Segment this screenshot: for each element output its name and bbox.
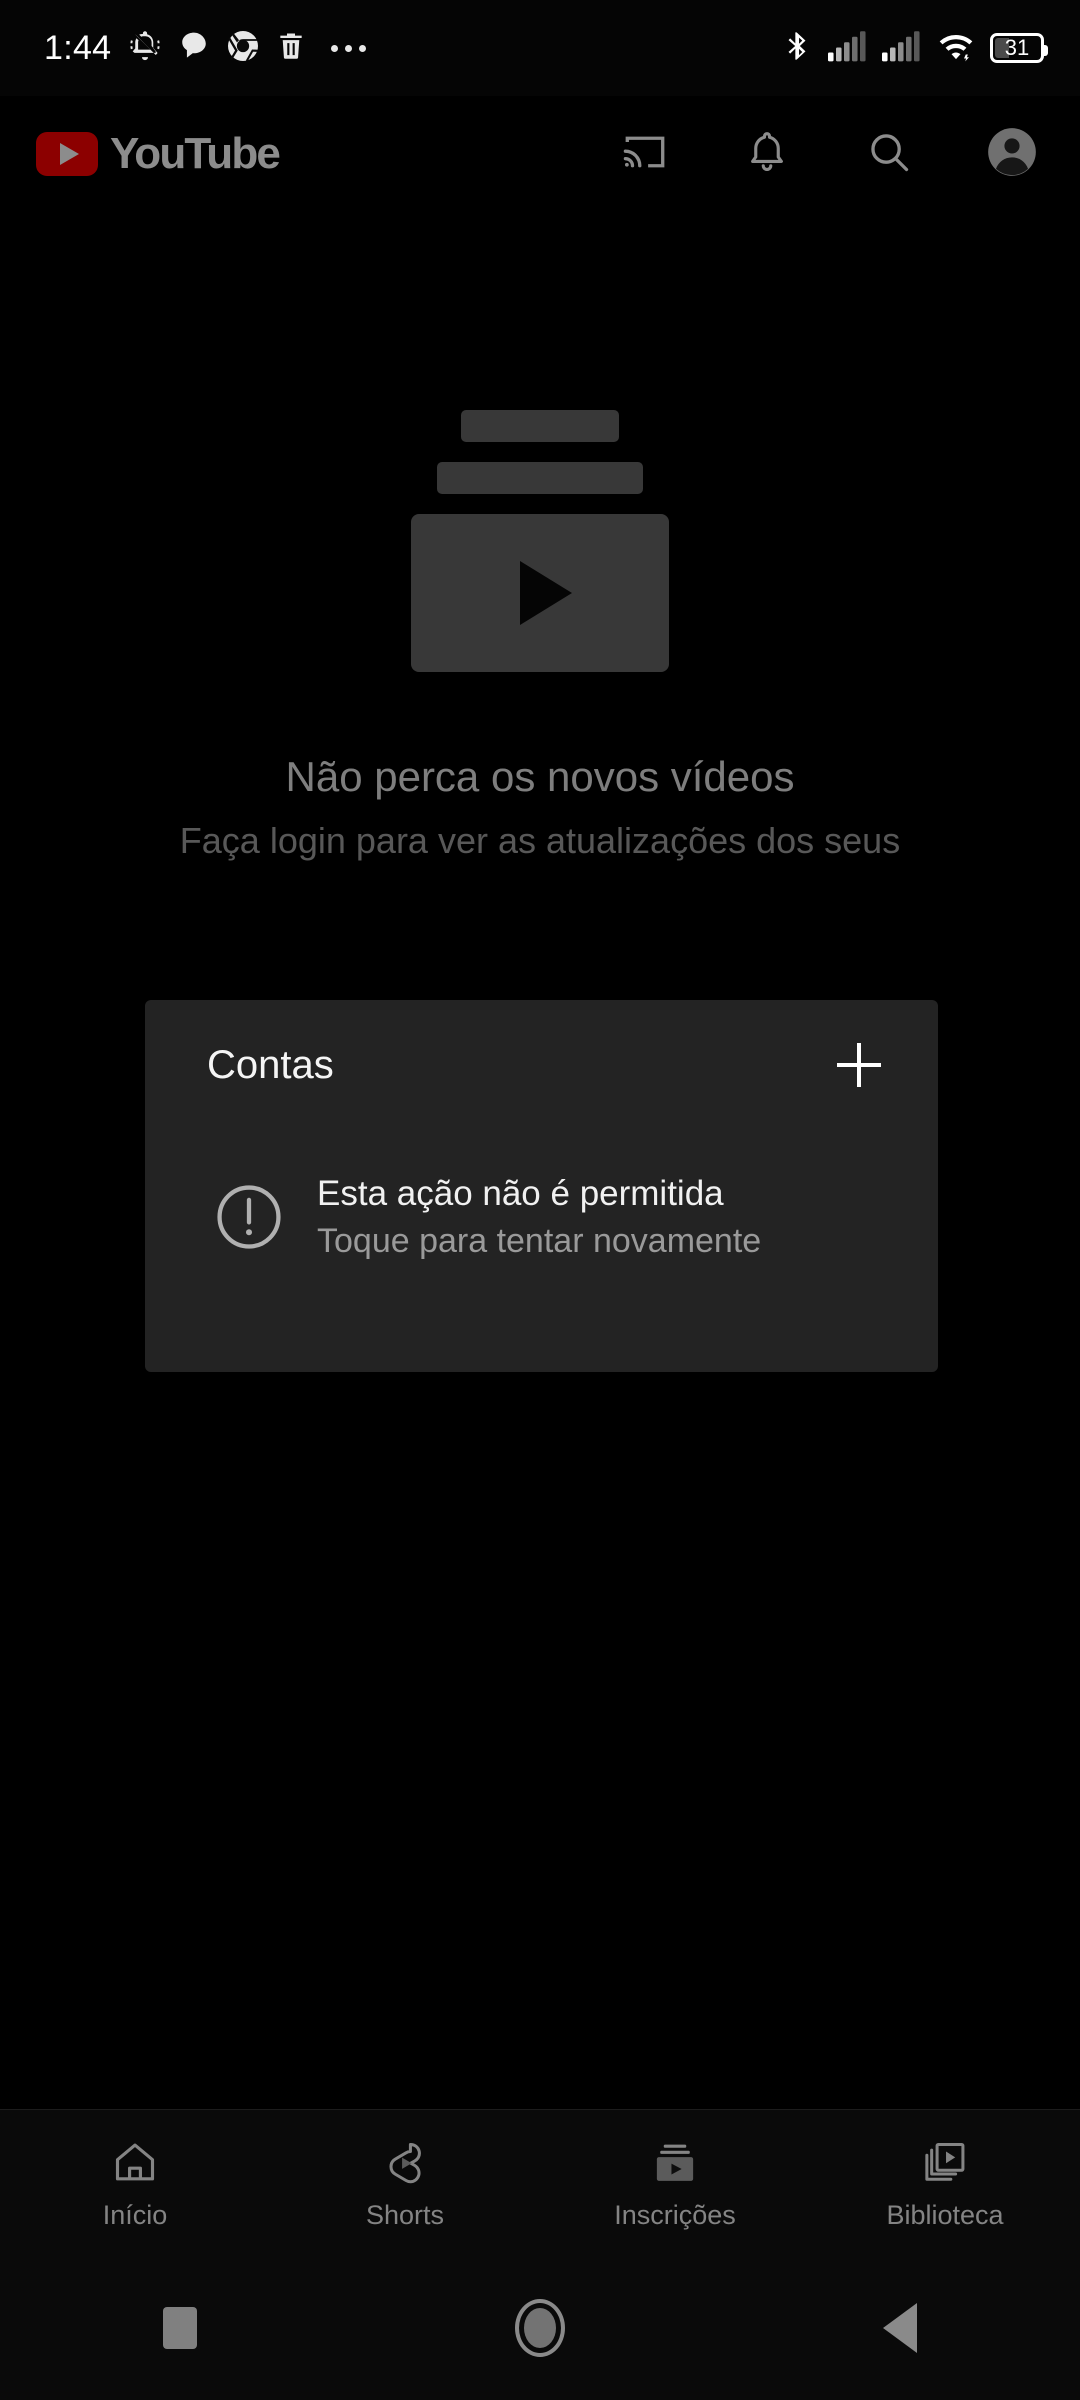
account-error-texts: Esta ação não é permitida Toque para ten… bbox=[309, 1172, 761, 1262]
nav-item-shorts[interactable]: Shorts bbox=[270, 2110, 540, 2255]
library-icon bbox=[920, 2136, 970, 2190]
subscriptions-icon bbox=[650, 2136, 700, 2190]
battery-percent-label: 31 bbox=[1004, 35, 1030, 60]
status-clock: 1:44 bbox=[44, 29, 112, 67]
bluetooth-icon bbox=[782, 29, 814, 68]
nav-label-library: Biblioteca bbox=[886, 2200, 1004, 2230]
chrome-icon bbox=[225, 28, 261, 69]
notifications-bell-icon[interactable] bbox=[742, 127, 792, 182]
stacked-videos-thumbnail bbox=[411, 514, 669, 672]
status-bar-right: 31 bbox=[782, 29, 1048, 68]
stacked-videos-icon bbox=[411, 380, 669, 672]
signal-sim2-icon bbox=[882, 30, 922, 67]
account-error-row[interactable]: Esta ação não é permitida Toque para ten… bbox=[145, 1172, 938, 1262]
nav-label-shorts: Shorts bbox=[365, 2200, 445, 2230]
signal-sim1-icon bbox=[828, 30, 868, 67]
wifi-icon bbox=[936, 30, 976, 67]
accounts-dialog-title: Contas bbox=[207, 1043, 334, 1087]
back-button[interactable] bbox=[720, 2255, 1080, 2400]
empty-state: Não perca os novos vídeos Faça login par… bbox=[0, 380, 1080, 865]
app-header: YouTube bbox=[0, 96, 1080, 212]
recents-button[interactable] bbox=[0, 2255, 360, 2400]
silent-bell-icon bbox=[127, 28, 163, 69]
chat-bubble-icon bbox=[177, 29, 211, 68]
circle-icon bbox=[515, 2298, 565, 2357]
stacked-videos-bar-top bbox=[461, 410, 619, 442]
account-error-secondary: Toque para tentar novamente bbox=[317, 1221, 762, 1260]
status-bar[interactable]: 1:44 31 bbox=[0, 0, 1080, 96]
trash-icon bbox=[275, 30, 307, 67]
account-avatar-icon[interactable] bbox=[986, 126, 1038, 183]
accounts-dialog-header: Contas bbox=[145, 1000, 938, 1130]
battery-icon: 31 bbox=[990, 33, 1048, 63]
nav-label-subscriptions: Inscrições bbox=[614, 2200, 736, 2230]
header-actions bbox=[620, 126, 1038, 183]
plus-icon bbox=[837, 1043, 881, 1087]
bottom-navigation: Início Shorts Inscrições Biblioteca bbox=[0, 2109, 1080, 2255]
stacked-videos-bar-middle bbox=[437, 462, 643, 494]
nav-label-home: Início bbox=[102, 2200, 168, 2230]
nav-item-home[interactable]: Início bbox=[0, 2110, 270, 2255]
add-account-button[interactable] bbox=[822, 1028, 896, 1102]
status-bar-left: 1:44 bbox=[44, 28, 367, 69]
home-icon bbox=[110, 2136, 160, 2190]
nav-item-library[interactable]: Biblioteca bbox=[810, 2110, 1080, 2255]
accounts-dialog: Contas Esta ação não é permitida Toque p… bbox=[145, 1000, 938, 1372]
square-icon bbox=[163, 2306, 197, 2349]
more-notifications-icon bbox=[331, 44, 367, 52]
home-button[interactable] bbox=[360, 2255, 720, 2400]
cast-icon[interactable] bbox=[620, 127, 670, 182]
account-error-primary: Esta ação não é permitida bbox=[317, 1174, 724, 1213]
youtube-play-badge-icon bbox=[36, 132, 98, 176]
search-icon[interactable] bbox=[864, 127, 914, 182]
alert-circle-icon bbox=[189, 1179, 309, 1255]
empty-state-title: Não perca os novos vídeos bbox=[285, 753, 795, 800]
system-navigation-bar bbox=[0, 2255, 1080, 2400]
youtube-wordmark: YouTube bbox=[110, 129, 281, 178]
nav-item-subscriptions[interactable]: Inscrições bbox=[540, 2110, 810, 2255]
youtube-logo[interactable]: YouTube bbox=[36, 129, 281, 178]
empty-state-subtitle: Faça login para ver as atualizações dos … bbox=[179, 820, 901, 862]
triangle-left-icon bbox=[883, 2302, 917, 2353]
shorts-icon bbox=[380, 2136, 430, 2190]
